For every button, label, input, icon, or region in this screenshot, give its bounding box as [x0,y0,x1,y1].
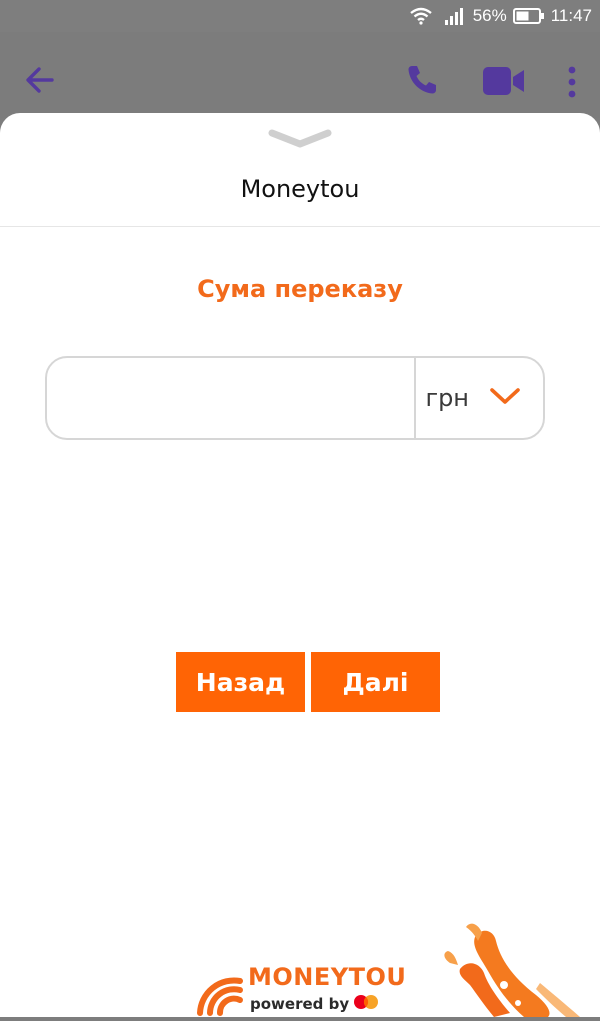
koi-fish-illustration [440,923,600,1017]
bottom-sheet: Moneytou Сума переказу грн Назад Далі MO… [0,113,600,1017]
next-button[interactable]: Далі [311,652,440,712]
sheet-title: Moneytou [240,175,360,203]
back-arrow-icon[interactable] [22,62,58,98]
amount-heading: Сума переказу [197,275,403,303]
mastercard-icon [353,994,379,1014]
phone-icon[interactable] [404,62,440,98]
brand-logo: MONEYTOU powered by [194,963,414,1017]
more-vertical-icon[interactable] [560,64,584,100]
clock: 11:47 [550,6,592,25]
video-camera-icon[interactable] [481,64,527,98]
status-icons: 56% 11:47 [409,4,592,28]
powered-by-text: powered by [250,995,350,1013]
app-bar [0,32,600,118]
moneytou-logo-icon [194,967,244,1017]
amount-input[interactable] [47,358,414,438]
battery-icon [512,8,545,24]
amount-field-group: грн [45,356,545,440]
signal-icon [444,7,467,25]
battery-percent: 56% [472,6,507,25]
action-buttons: Назад Далі [176,652,440,712]
currency-select[interactable]: грн [414,358,543,438]
chevron-down-icon[interactable] [268,127,332,149]
divider [0,226,600,227]
wifi-icon [409,7,433,25]
powered-by: powered by [250,994,379,1014]
currency-label: грн [425,384,469,412]
back-button[interactable]: Назад [176,652,305,712]
status-bar: 56% 11:47 [0,0,600,32]
brand-name: MONEYTOU [248,963,407,991]
chevron-down-icon [489,386,521,410]
